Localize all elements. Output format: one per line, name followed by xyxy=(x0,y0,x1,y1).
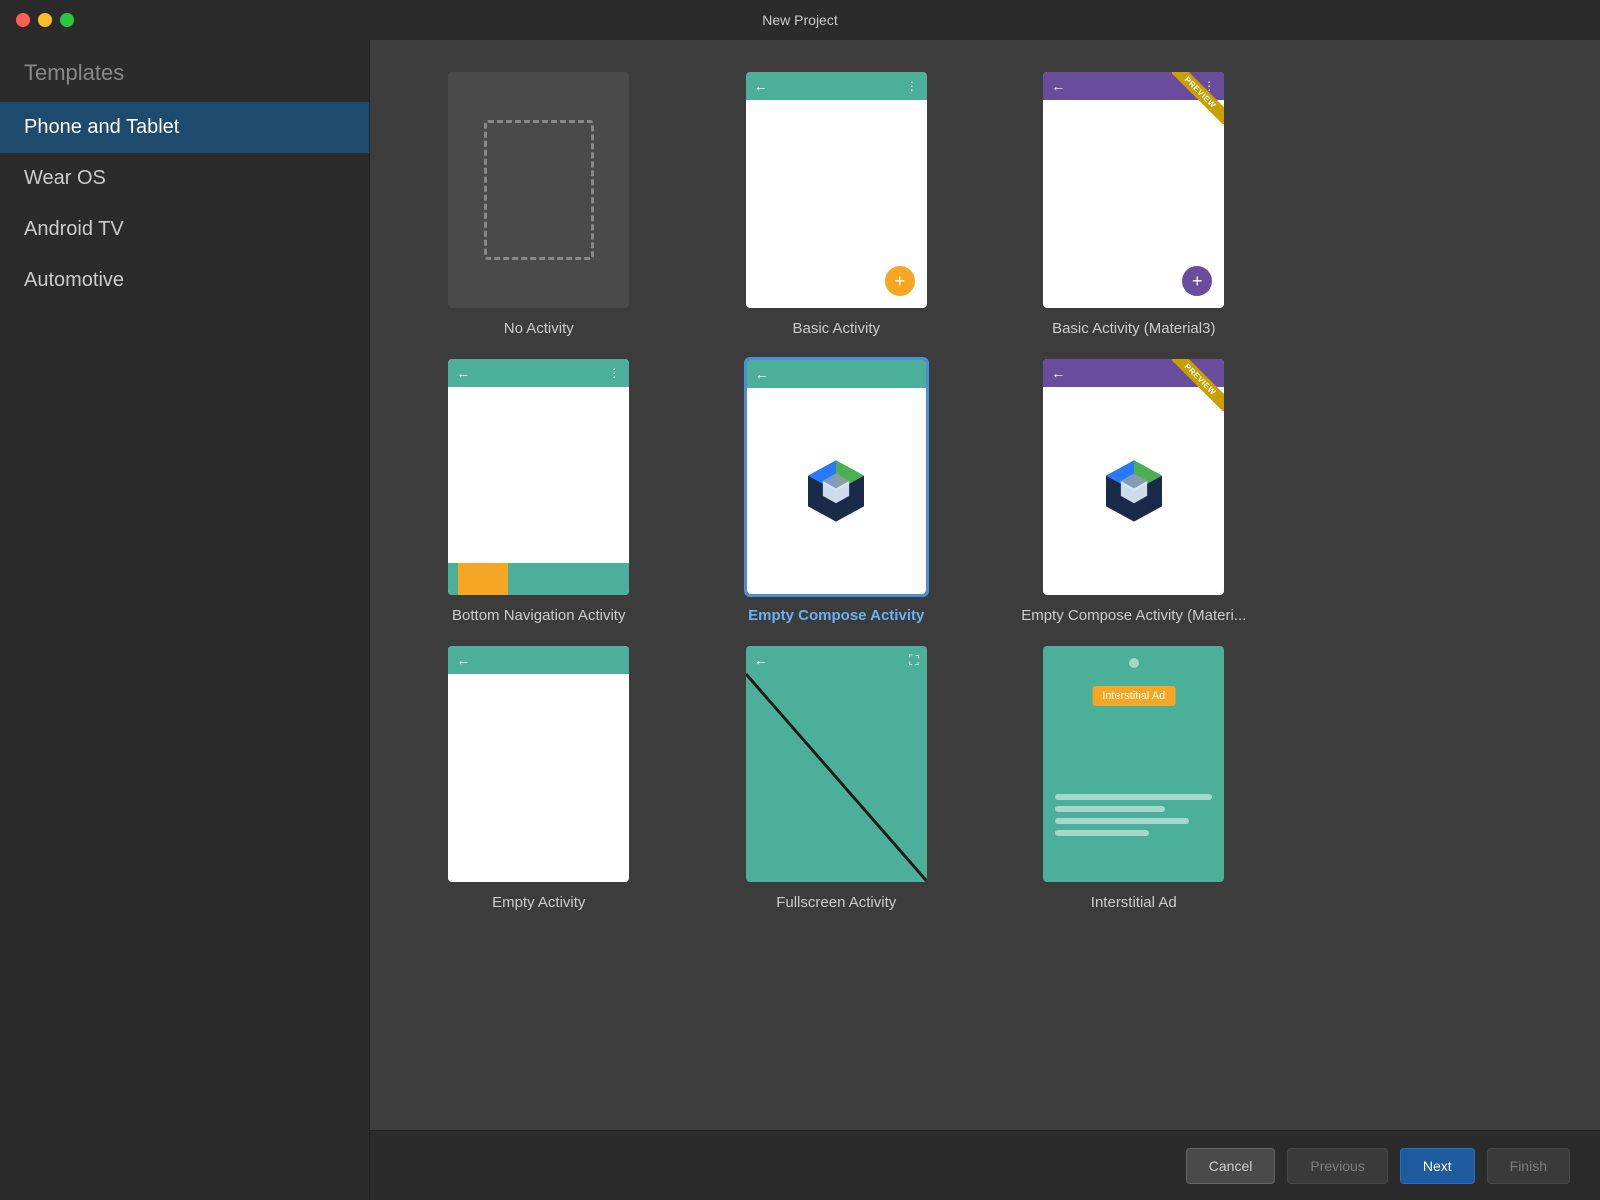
back-arrow-compose-icon: ← xyxy=(755,366,769,382)
template-label-basic-activity: Basic Activity xyxy=(792,320,880,337)
preview-badge-m3 xyxy=(1172,72,1224,124)
template-label-empty-compose-m3: Empty Compose Activity (Materi... xyxy=(1021,607,1246,624)
back-arrow-bottom-nav-icon: ← xyxy=(456,365,470,381)
interstitial-line-1 xyxy=(1055,794,1212,800)
interstitial-line-4 xyxy=(1055,830,1149,836)
template-preview-bottom-nav: ← ⋮ xyxy=(446,357,631,597)
phone-mock-bottom-nav: ← ⋮ xyxy=(448,359,629,595)
finish-button[interactable]: Finish xyxy=(1487,1148,1570,1184)
footer: Cancel Previous Next Finish xyxy=(370,1130,1600,1200)
content-area: No Activity ← ⋮ + Basic Activity xyxy=(370,40,1600,1200)
template-preview-empty-activity: ← xyxy=(446,644,631,884)
minimize-button[interactable] xyxy=(38,13,52,27)
template-fullscreen-activity[interactable]: ← ⛶ Fullscreen Activity xyxy=(698,644,976,911)
template-empty-compose[interactable]: ← xyxy=(698,357,976,624)
sidebar: Templates Phone and Tablet Wear OS Andro… xyxy=(0,40,370,1200)
titlebar: New Project xyxy=(0,0,1600,40)
compose-logo-m3 xyxy=(1099,456,1169,526)
sidebar-item-automotive[interactable]: Automotive xyxy=(0,255,369,306)
compose-logo xyxy=(801,456,871,526)
template-label-no-activity: No Activity xyxy=(504,320,574,337)
template-basic-activity[interactable]: ← ⋮ + Basic Activity xyxy=(698,70,976,337)
back-arrow-icon: ← xyxy=(754,78,768,94)
fab-button-basic: + xyxy=(885,266,915,296)
menu-dots-icon: ⋮ xyxy=(906,79,919,93)
bottom-nav-bar xyxy=(448,563,629,595)
template-bottom-nav[interactable]: ← ⋮ Bottom Navigation Activity xyxy=(400,357,678,624)
fab-button-m3: + xyxy=(1182,266,1212,296)
back-arrow-empty-icon: ← xyxy=(456,652,470,668)
template-preview-interstitial: Interstitial Ad xyxy=(1041,644,1226,884)
menu-dots-bottom-nav-icon: ⋮ xyxy=(608,366,621,380)
sidebar-title: Templates xyxy=(0,60,369,102)
interstitial-mock: Interstitial Ad xyxy=(1043,646,1224,882)
phone-topbar-empty: ← xyxy=(448,646,629,674)
phone-mock-basic: ← ⋮ + xyxy=(746,72,927,308)
previous-button[interactable]: Previous xyxy=(1287,1148,1387,1184)
cancel-button[interactable]: Cancel xyxy=(1186,1148,1276,1184)
template-preview-no-activity xyxy=(446,70,631,310)
phone-body-bottom-nav xyxy=(448,387,629,595)
phone-body-empty-compose-m3 xyxy=(1043,387,1224,595)
no-activity-box xyxy=(448,72,629,308)
dashed-rect xyxy=(484,120,594,260)
template-preview-basic-activity: ← ⋮ + xyxy=(744,70,929,310)
template-preview-basic-m3: ← ⋮ + xyxy=(1041,70,1226,310)
back-arrow-m3-icon: ← xyxy=(1051,78,1065,94)
interstitial-line-3 xyxy=(1055,818,1188,824)
template-empty-compose-m3[interactable]: ← Empty xyxy=(995,357,1273,624)
phone-topbar-basic: ← ⋮ xyxy=(746,72,927,100)
phone-body-m3: + xyxy=(1043,100,1224,308)
template-label-empty-compose: Empty Compose Activity xyxy=(748,607,924,624)
empty-body xyxy=(448,674,629,882)
template-label-basic-m3: Basic Activity (Material3) xyxy=(1052,320,1215,337)
next-button[interactable]: Next xyxy=(1400,1148,1475,1184)
phone-topbar-bottom-nav: ← ⋮ xyxy=(448,359,629,387)
phone-body-empty-compose xyxy=(747,388,926,594)
main-container: Templates Phone and Tablet Wear OS Andro… xyxy=(0,40,1600,1200)
phone-body-basic: + xyxy=(746,100,927,308)
bottom-nav-highlight xyxy=(458,563,508,595)
template-label-bottom-nav: Bottom Navigation Activity xyxy=(452,607,625,624)
sidebar-item-wear-os[interactable]: Wear OS xyxy=(0,153,369,204)
window-title: New Project xyxy=(762,12,837,28)
template-interstitial-ad[interactable]: Interstitial Ad Interstitial Ad xyxy=(995,644,1273,911)
template-preview-empty-compose-m3: ← xyxy=(1041,357,1226,597)
interstitial-lines xyxy=(1055,794,1212,842)
close-button[interactable] xyxy=(16,13,30,27)
template-no-activity[interactable]: No Activity xyxy=(400,70,678,337)
diagonal-line xyxy=(746,646,927,882)
template-empty-activity[interactable]: ← Empty Activity xyxy=(400,644,678,911)
empty-white-mock: ← xyxy=(448,646,629,882)
phone-topbar-empty-compose: ← xyxy=(747,360,926,388)
interstitial-ad-label: Interstitial Ad xyxy=(1092,686,1175,706)
template-preview-empty-compose: ← xyxy=(744,357,929,597)
maximize-button[interactable] xyxy=(60,13,74,27)
fullscreen-mock: ← ⛶ xyxy=(746,646,927,882)
interstitial-dot xyxy=(1129,658,1139,668)
template-label-fullscreen: Fullscreen Activity xyxy=(776,894,896,911)
back-arrow-compose-m3-icon: ← xyxy=(1051,365,1065,381)
sidebar-item-android-tv[interactable]: Android TV xyxy=(0,204,369,255)
window-controls xyxy=(16,13,74,27)
template-preview-fullscreen: ← ⛶ xyxy=(744,644,929,884)
template-label-empty-activity: Empty Activity xyxy=(492,894,585,911)
sidebar-item-phone-tablet[interactable]: Phone and Tablet xyxy=(0,102,369,153)
templates-grid: No Activity ← ⋮ + Basic Activity xyxy=(370,40,1600,1130)
template-basic-activity-m3[interactable]: ← ⋮ + Basic Activity (Material3) xyxy=(995,70,1273,337)
preview-badge-compose-m3 xyxy=(1172,359,1224,411)
phone-mock-empty-compose: ← xyxy=(747,360,926,594)
template-label-interstitial: Interstitial Ad xyxy=(1091,894,1177,911)
interstitial-line-2 xyxy=(1055,806,1165,812)
